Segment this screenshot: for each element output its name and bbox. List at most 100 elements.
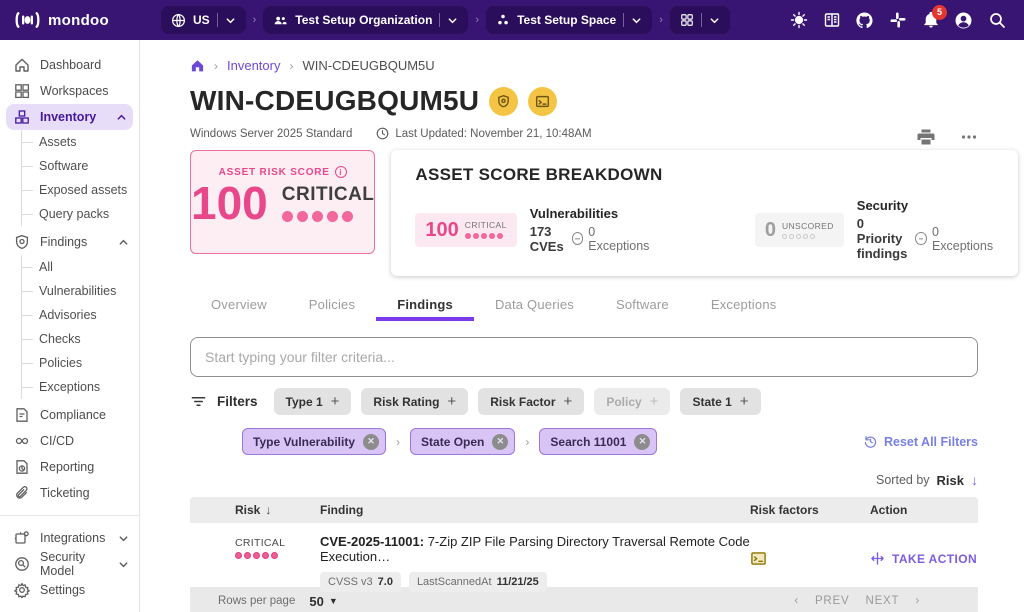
tab-software[interactable]: Software [595,292,690,321]
region-selector[interactable]: US [161,6,246,34]
risk-score-value: 100 [191,180,268,226]
organization-selector[interactable]: Test Setup Organization [263,6,468,34]
filter-list-icon [190,393,207,410]
exceptions-label: 0 Exceptions [932,225,995,253]
sidebar-item-label: Policies [39,356,82,370]
filter-risk-factor-button[interactable]: Risk Factor+ [478,388,584,415]
rows-per-page-select[interactable]: 50 ▼ [309,594,337,609]
chip-search-11001[interactable]: Search 11001 ✕ [539,428,657,455]
theme-toggle-icon[interactable] [789,11,808,30]
sidebar-item-exposed-assets[interactable]: Exposed assets [22,178,139,202]
last-updated-label: Last Updated: November 21, 10:48AM [395,128,591,140]
sidebar-item-label: Advisories [39,308,97,322]
filter-state-button[interactable]: State 1+ [680,388,760,415]
breadcrumb-separator: › [253,14,257,26]
workspaces-icon [14,83,30,99]
filter-criteria-input[interactable] [190,337,978,377]
sidebar-item-compliance[interactable]: Compliance [0,402,139,428]
table-row[interactable]: CRITICAL CVE-2025-11001: 7-Zip ZIP File … [190,523,978,587]
breadcrumb-inventory-link[interactable]: Inventory [227,58,280,73]
cve-id-link[interactable]: CVE-2025-11001: [320,534,424,549]
remove-chip-icon[interactable]: ✕ [363,434,379,450]
filter-button-label: State 1 [692,395,731,409]
sidebar-item-label: Compliance [40,408,106,422]
chip-type-vulnerability[interactable]: Type Vulnerability ✕ [242,428,386,455]
sidebar-item-workspaces[interactable]: Workspaces [0,78,139,104]
prev-arrow-icon[interactable]: ‹ [794,595,799,607]
next-page-button[interactable]: NEXT [865,595,899,607]
sidebar-item-settings[interactable]: Settings [0,577,139,603]
more-options-icon[interactable] [960,128,978,146]
column-finding[interactable]: Finding [320,503,750,517]
sidebar-item-query-packs[interactable]: Query packs [22,202,139,226]
sidebar-item-advisories[interactable]: Advisories [22,303,139,327]
terminal-risk-factor-icon[interactable] [750,550,767,567]
print-icon[interactable] [916,127,936,147]
tab-exceptions[interactable]: Exceptions [690,292,798,321]
search-icon[interactable] [987,11,1006,30]
sidebar-item-cicd[interactable]: CI/CD [0,428,139,454]
space-selector[interactable]: Test Setup Space [486,6,652,34]
tab-findings[interactable]: Findings [376,292,474,321]
sidebar-item-label: Security Model [40,550,108,578]
sidebar-item-all[interactable]: All [22,255,139,279]
exceptions-label: 0 Exceptions [588,225,651,253]
tab-overview[interactable]: Overview [190,292,288,321]
sidebar-item-label: Exposed assets [39,183,127,197]
asset-terminal-icon[interactable] [528,87,557,116]
docs-icon[interactable] [822,11,841,30]
sidebar-item-label: Inventory [40,110,96,124]
workspace-selector[interactable] [670,6,730,34]
sort-direction-icon[interactable]: ↓ [971,472,978,488]
sidebar-item-software[interactable]: Software [22,154,139,178]
badge-value: 11/21/25 [497,576,539,588]
take-action-button[interactable]: TAKE ACTION [870,523,978,592]
filter-risk-rating-button[interactable]: Risk Rating+ [361,388,468,415]
sidebar-item-reporting[interactable]: Reporting [0,454,139,480]
sidebar-item-integrations[interactable]: Integrations [0,525,139,551]
remove-chip-icon[interactable]: ✕ [492,434,508,450]
chip-label: State Open [421,435,484,449]
sidebar-item-dashboard[interactable]: Dashboard [0,52,139,78]
sidebar-item-ticketing[interactable]: Ticketing [0,480,139,506]
vulnerabilities-score: 100 [425,220,458,240]
sorted-by-value: Risk [937,473,964,488]
github-icon[interactable] [855,11,874,30]
exceptions-icon [572,232,584,245]
risk-cell: CRITICAL [190,523,320,592]
prev-page-button[interactable]: PREV [815,595,850,607]
asset-policy-icon[interactable] [489,87,518,116]
exceptions-icon [915,232,927,245]
next-arrow-icon[interactable]: › [915,595,920,607]
sort-control[interactable]: Sorted by Risk ↓ [190,472,978,488]
sidebar-item-assets[interactable]: Assets [22,130,139,154]
sidebar-item-policies[interactable]: Policies [22,351,139,375]
sidebar-item-security-model[interactable]: Security Model [0,551,139,577]
sidebar-item-inventory[interactable]: Inventory [6,104,133,130]
chevron-up-icon [116,112,127,123]
sidebar-item-checks[interactable]: Checks [22,327,139,351]
asset-risk-score-card: ASSET RISK SCORE i 100 CRITICAL [190,150,375,254]
tab-policies[interactable]: Policies [288,292,376,321]
filter-type-button[interactable]: Type 1+ [274,388,352,415]
reset-all-filters-link[interactable]: Reset All Filters [863,434,978,449]
breadcrumb-separator: › [289,59,293,73]
column-risk[interactable]: Risk ↓ [190,503,320,517]
risk-score-rating: CRITICAL [282,184,375,206]
sidebar-item-exceptions[interactable]: Exceptions [22,375,139,399]
sidebar-item-findings[interactable]: Findings [0,229,139,255]
chip-state-open[interactable]: State Open ✕ [410,428,515,455]
score-section: ASSET RISK SCORE i 100 CRITICAL ASSET SC… [190,150,978,276]
remove-chip-icon[interactable]: ✕ [634,434,650,450]
notifications-bell-icon[interactable]: 5 [921,11,940,30]
sidebar-item-vulnerabilities[interactable]: Vulnerabilities [22,279,139,303]
breadcrumb: › Inventory › WIN-CDEUGBQUM5U [190,58,978,73]
sidebar-item-label: Assets [39,135,77,149]
breadcrumb-home-icon[interactable] [190,58,205,73]
tab-data-queries[interactable]: Data Queries [474,292,595,321]
info-icon[interactable]: i [335,166,347,178]
workspace-grid-icon [680,13,694,27]
mondoo-logo[interactable]: mondoo [0,10,109,30]
slack-icon[interactable] [888,11,907,30]
user-avatar[interactable] [954,11,973,30]
